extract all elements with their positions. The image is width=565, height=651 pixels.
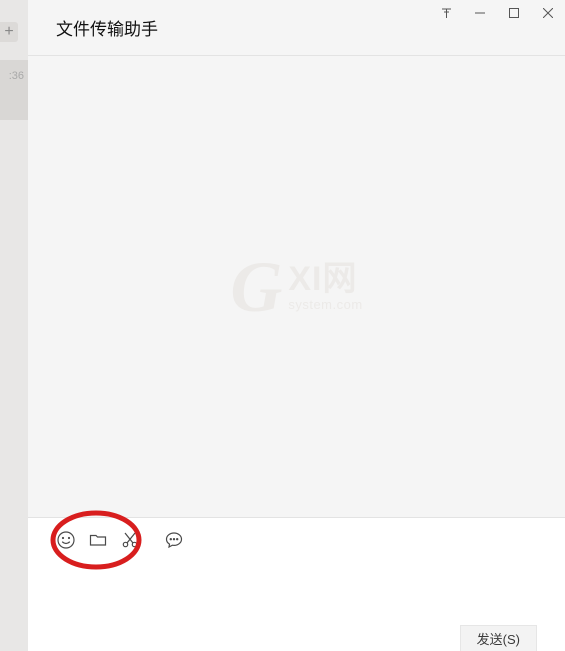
minimize-icon	[475, 8, 485, 18]
watermark-g: G	[230, 251, 282, 323]
compose-area: 发送(S)	[28, 561, 565, 651]
message-input[interactable]	[28, 561, 565, 621]
scissors-icon	[121, 531, 139, 549]
chat-main: 文件传输助手	[28, 0, 565, 651]
close-button[interactable]	[531, 0, 565, 26]
chat-messages-area[interactable]: G XI网 system.com	[28, 56, 565, 517]
watermark-xi: XI网	[288, 262, 362, 296]
pin-button[interactable]	[429, 0, 463, 26]
folder-icon	[89, 531, 107, 549]
send-file-button[interactable]	[88, 530, 108, 550]
chat-title: 文件传输助手	[56, 15, 158, 40]
send-button[interactable]: 发送(S)	[460, 625, 537, 651]
pin-icon	[441, 8, 452, 19]
screenshot-button[interactable]	[120, 530, 140, 550]
chat-history-button[interactable]	[164, 530, 184, 550]
emoji-button[interactable]	[56, 530, 76, 550]
minimize-button[interactable]	[463, 0, 497, 26]
emoji-icon	[57, 531, 75, 549]
maximize-button[interactable]	[497, 0, 531, 26]
app-window: + :36 文件传输助手	[0, 0, 565, 651]
close-icon	[543, 8, 553, 18]
watermark: G XI网 system.com	[230, 251, 362, 323]
titlebar: 文件传输助手	[28, 0, 565, 56]
window-controls	[429, 0, 565, 26]
chat-history-icon	[165, 531, 183, 549]
contact-sidebar: + :36	[0, 0, 28, 651]
selected-contact[interactable]	[0, 60, 28, 120]
add-button[interactable]: +	[0, 22, 18, 42]
contact-time-label: :36	[9, 70, 24, 82]
compose-toolbar	[28, 517, 565, 561]
watermark-sub: system.com	[288, 298, 362, 311]
maximize-icon	[509, 8, 519, 18]
